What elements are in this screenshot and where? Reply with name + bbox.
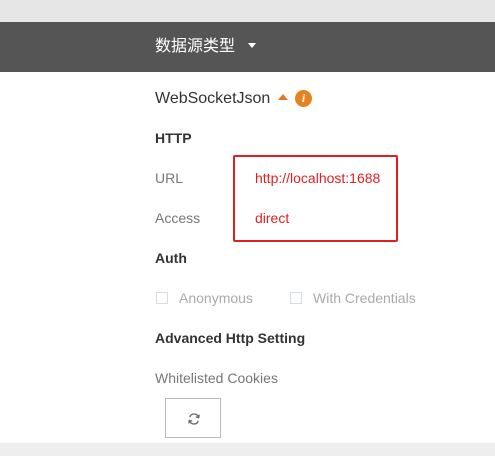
browser-top-strip xyxy=(0,0,495,22)
with-credentials-checkbox[interactable] xyxy=(290,292,302,304)
caret-up-icon[interactable] xyxy=(278,94,288,100)
bottom-strip xyxy=(0,443,495,456)
datasource-type-title[interactable]: 数据源类型 xyxy=(155,36,235,58)
refresh-button[interactable] xyxy=(165,398,221,438)
highlight-box xyxy=(233,155,398,242)
datasource-name: WebSocketJson xyxy=(155,90,271,107)
http-heading: HTTP xyxy=(155,130,192,146)
chevron-down-icon[interactable] xyxy=(248,43,256,48)
access-label: Access xyxy=(155,210,201,226)
auth-heading: Auth xyxy=(155,250,187,266)
info-icon[interactable]: i xyxy=(295,90,312,107)
anonymous-label[interactable]: Anonymous xyxy=(179,289,253,307)
refresh-icon xyxy=(188,413,200,425)
advanced-http-heading: Advanced Http Setting xyxy=(155,330,306,346)
whitelisted-cookies-label: Whitelisted Cookies xyxy=(155,370,278,386)
anonymous-checkbox[interactable] xyxy=(156,292,168,304)
with-credentials-label[interactable]: With Credentials xyxy=(313,289,416,307)
url-label: URL xyxy=(155,170,184,186)
